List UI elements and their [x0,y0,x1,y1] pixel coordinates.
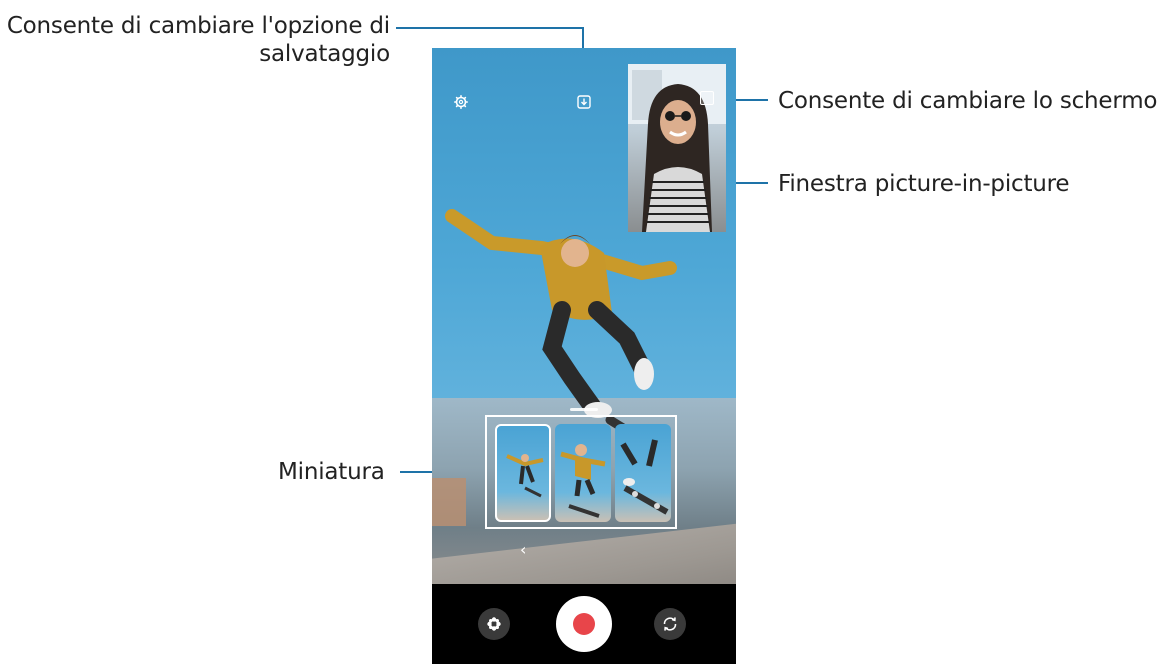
settings-icon[interactable] [453,94,469,110]
back-chevron-icon[interactable]: ‹ [520,540,526,559]
switch-screen-icon[interactable] [700,91,714,105]
camera-flip-icon [663,617,677,631]
effects-icon [487,617,501,631]
thumbnail-3[interactable] [615,424,671,522]
thumbnail-2[interactable] [555,424,611,522]
thumbnail-1[interactable] [495,424,551,522]
callout-thumbnail: Miniatura [278,459,385,485]
leader-save-option-h [396,27,584,29]
save-option-download-icon[interactable] [576,94,592,110]
pip-selfie-photo [628,64,726,232]
camera-flip-button[interactable] [654,608,686,640]
camera-controls [432,584,736,664]
callout-switch-screen: Consente di cambiare lo schermo [778,88,1158,114]
scene-building [432,478,466,526]
effects-button[interactable] [478,608,510,640]
thumbnail-panel-handle[interactable] [570,408,598,411]
record-icon [573,613,595,635]
record-button[interactable] [556,596,612,652]
callout-pip-window: Finestra picture-in-picture [778,171,1070,197]
callout-save-option: Consente di cambiare l'opzione di salvat… [6,13,390,67]
camera-screen: ‹ [432,48,736,664]
pip-window[interactable] [628,64,726,232]
